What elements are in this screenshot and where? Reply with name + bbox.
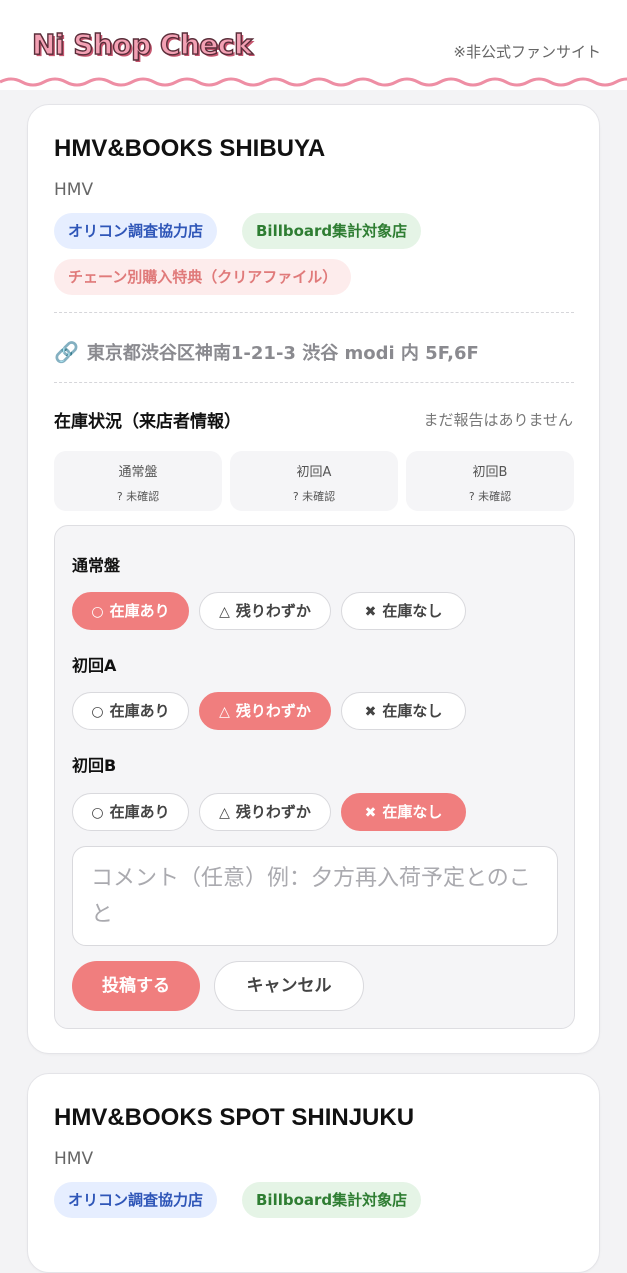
circle-icon: ○ <box>91 604 104 620</box>
tag-oricon: オリコン調査協力店 <box>54 213 218 249</box>
store-chain: HMV <box>54 180 94 200</box>
store-address-link[interactable]: 🔗 東京都渋谷区神南1-21-3 渋谷 modi 内 5F,6F <box>54 339 479 365</box>
tag-chain-bonus: チェーン別購入特典（クリアファイル） <box>54 259 352 295</box>
triangle-icon: △ <box>219 604 230 620</box>
circle-icon: ○ <box>91 805 104 821</box>
option-label: 在庫あり <box>109 702 170 720</box>
unofficial-fan-site-note: ※非公式ファンサイト <box>453 43 601 61</box>
store-address: 東京都渋谷区神南1-21-3 渋谷 modi 内 5F,6F <box>86 343 479 364</box>
limited-a-in-stock-button[interactable]: ○ 在庫あり <box>72 692 189 730</box>
edition-label-limited-b: 初回B <box>72 756 117 775</box>
triangle-icon: △ <box>219 704 230 720</box>
tag-billboard: Billboard集計対象店 <box>242 213 422 249</box>
store-card: HMV&BOOKS SHIBUYA HMV オリコン調査協力店 Billboar… <box>27 104 600 1054</box>
limited-a-out-of-stock-button[interactable]: ✖ 在庫なし <box>341 692 466 730</box>
edition-label-regular: 通常盤 <box>72 556 121 575</box>
stock-summary-limited-a: 初回A ? 未確認 <box>230 451 398 511</box>
app-logo[interactable]: Ni Shop Check <box>31 27 253 61</box>
triangle-icon: △ <box>219 805 230 821</box>
option-label: 在庫なし <box>382 702 443 720</box>
store-name: HMV&BOOKS SHIBUYA <box>54 135 326 162</box>
edition-label-limited-a: 初回A <box>72 656 117 675</box>
summary-state: ? 未確認 <box>292 490 336 503</box>
limited-b-out-of-stock-button[interactable]: ✖ 在庫なし <box>341 793 466 831</box>
section-divider <box>54 382 574 383</box>
summary-edition: 初回B <box>472 465 508 480</box>
post-button[interactable]: 投稿する <box>72 961 200 1011</box>
section-divider <box>54 312 574 313</box>
option-label: 在庫なし <box>382 803 443 821</box>
summary-edition: 初回A <box>296 465 332 480</box>
limited-b-low-stock-button[interactable]: △ 残りわずか <box>199 793 331 831</box>
no-report-text: まだ報告はありません <box>423 411 573 429</box>
option-label: 残りわずか <box>235 702 311 720</box>
stock-summary-regular: 通常盤 ? 未確認 <box>54 451 222 511</box>
option-label: 在庫なし <box>382 602 443 620</box>
option-label: 在庫あり <box>109 602 170 620</box>
regular-in-stock-button[interactable]: ○ 在庫あり <box>72 592 189 630</box>
cancel-button[interactable]: キャンセル <box>214 961 364 1011</box>
summary-state: ? 未確認 <box>116 490 160 503</box>
circle-icon: ○ <box>91 704 104 720</box>
cross-icon: ✖ <box>364 805 377 821</box>
store-card: HMV&BOOKS SPOT SHINJUKU HMV オリコン調査協力店 Bi… <box>27 1073 600 1273</box>
option-label: 残りわずか <box>235 602 311 620</box>
stock-summary-limited-b: 初回B ? 未確認 <box>406 451 574 511</box>
cross-icon: ✖ <box>364 604 377 620</box>
regular-out-of-stock-button[interactable]: ✖ 在庫なし <box>341 592 466 630</box>
limited-b-in-stock-button[interactable]: ○ 在庫あり <box>72 793 189 831</box>
cross-icon: ✖ <box>364 704 377 720</box>
comment-input[interactable]: コメント（任意）例：夕方再入荷予定とのこと <box>72 846 558 946</box>
store-name: HMV&BOOKS SPOT SHINJUKU <box>54 1104 415 1131</box>
limited-a-low-stock-button[interactable]: △ 残りわずか <box>199 692 331 730</box>
tag-billboard: Billboard集計対象店 <box>242 1182 422 1218</box>
stock-status-title: 在庫状況（来店者情報） <box>54 412 241 432</box>
link-icon: 🔗 <box>54 340 79 364</box>
summary-state: ? 未確認 <box>468 490 512 503</box>
option-label: 残りわずか <box>235 803 311 821</box>
stock-report-form: 通常盤 ○ 在庫あり △ 残りわずか ✖ 在庫なし 初回A ○ 在庫あり △ 残りわずか … <box>54 525 575 1029</box>
tag-oricon: オリコン調査協力店 <box>54 1182 218 1218</box>
header-wave-divider <box>0 76 627 87</box>
option-label: 在庫あり <box>109 803 170 821</box>
regular-low-stock-button[interactable]: △ 残りわずか <box>199 592 331 630</box>
summary-edition: 通常盤 <box>118 465 158 480</box>
store-chain: HMV <box>54 1149 94 1169</box>
